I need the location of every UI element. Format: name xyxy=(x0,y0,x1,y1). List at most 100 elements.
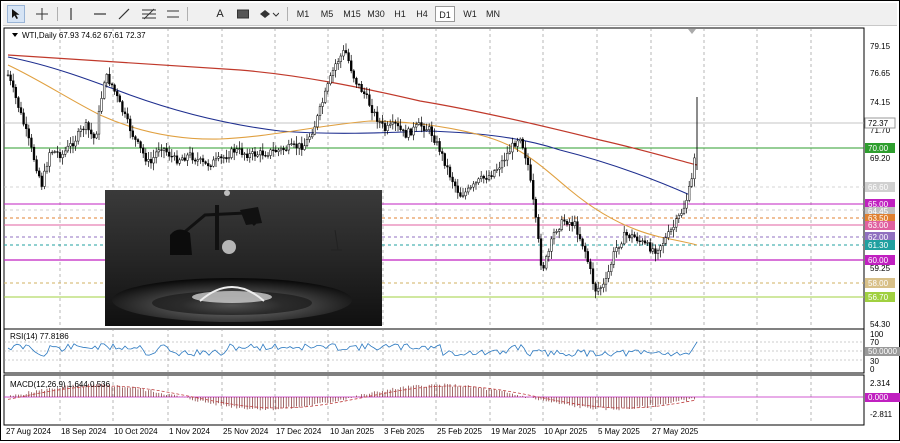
candle-body xyxy=(467,187,470,193)
date-tick: 25 Feb 2025 xyxy=(437,427,482,436)
macd-level-tag: 0.000 xyxy=(868,393,889,402)
candle-body xyxy=(513,142,517,147)
candle-body xyxy=(220,156,223,159)
candle-body xyxy=(586,251,589,263)
parallel-lines-icon[interactable] xyxy=(164,5,182,23)
candle-body xyxy=(532,180,535,200)
date-tick: 27 May 2025 xyxy=(652,427,699,436)
price-tick: 74.15 xyxy=(870,98,891,107)
candle-body xyxy=(308,136,311,140)
candle-body xyxy=(87,122,90,131)
timeframe-d1[interactable]: D1 xyxy=(435,6,455,22)
candle-body xyxy=(521,138,524,149)
candle-body xyxy=(480,175,483,180)
vertical-line-icon[interactable] xyxy=(63,5,79,23)
candle-body xyxy=(508,151,511,154)
candle-body xyxy=(534,198,537,218)
candle-body xyxy=(490,175,493,177)
candle-body xyxy=(659,245,662,251)
candle-body xyxy=(672,226,675,231)
candle-body xyxy=(560,219,563,230)
timeframe-mn[interactable]: MN xyxy=(483,6,503,22)
candle-body xyxy=(399,125,402,131)
candle-body xyxy=(685,200,688,209)
candle-body xyxy=(209,165,212,167)
candle-body xyxy=(142,147,145,154)
rectangle-icon[interactable] xyxy=(234,5,252,23)
trendline-icon[interactable] xyxy=(115,5,133,23)
candle-body xyxy=(415,124,418,128)
date-tick: 10 Apr 2025 xyxy=(544,427,588,436)
candle-body xyxy=(116,91,119,97)
candle-body xyxy=(630,234,634,239)
level-tag: 66.60 xyxy=(868,183,889,192)
candle-body xyxy=(77,131,80,142)
candle-body xyxy=(90,129,93,135)
candle-body xyxy=(342,50,345,57)
date-tick: 19 Mar 2025 xyxy=(491,427,536,436)
timeframe-m30[interactable]: M30 xyxy=(365,6,387,22)
candle-body xyxy=(654,248,657,254)
text-icon[interactable]: A xyxy=(211,5,229,23)
candle-body xyxy=(121,101,124,113)
crosshair-icon[interactable] xyxy=(33,5,51,23)
candle-body xyxy=(435,141,439,143)
date-tick: 18 Sep 2024 xyxy=(61,427,107,436)
candle-body xyxy=(199,158,202,160)
candle-body xyxy=(370,105,374,113)
candle-body xyxy=(14,86,17,98)
cursor-icon[interactable] xyxy=(7,5,25,23)
candle-body xyxy=(454,181,457,187)
candle-body xyxy=(58,152,62,159)
candle-body xyxy=(412,126,415,136)
candle-body xyxy=(84,122,88,130)
shapes-icon[interactable] xyxy=(257,5,281,23)
candle-body xyxy=(422,125,426,131)
candle-body xyxy=(69,143,72,147)
level-tags: 72.37 70.00 66.60 65.00 64.45 63.50 63.0… xyxy=(864,117,896,302)
candle-body xyxy=(667,231,670,238)
candle-body xyxy=(290,143,293,145)
candle-body xyxy=(604,278,608,285)
candle-body xyxy=(253,151,257,157)
candle-body xyxy=(149,159,153,164)
price-chart[interactable]: 79.15 76.65 74.15 71.70 69.20 59.25 54.3… xyxy=(0,25,900,441)
candle-body xyxy=(464,191,467,197)
candle-body xyxy=(53,151,56,153)
timeframe-h1[interactable]: H1 xyxy=(391,6,409,22)
timeframe-m5[interactable]: M5 xyxy=(318,6,336,22)
candle-body xyxy=(259,150,262,156)
candle-body xyxy=(22,112,25,125)
candle-body xyxy=(321,102,324,107)
timeframe-m1[interactable]: M1 xyxy=(294,6,312,22)
candle-body xyxy=(173,155,176,157)
candle-body xyxy=(201,158,205,162)
chart-area[interactable]: 79.15 76.65 74.15 71.70 69.20 59.25 54.3… xyxy=(0,25,900,441)
candle-body xyxy=(578,234,582,240)
candle-body xyxy=(92,133,95,139)
candle-body xyxy=(305,139,309,146)
date-tick: 5 May 2025 xyxy=(598,427,640,436)
candle-body xyxy=(474,182,478,185)
drawing-toolbar: A M1 M5 M15 M30 H1 H4 D1 W1 MN xyxy=(3,3,897,26)
candle-body xyxy=(272,149,275,151)
timeframe-w1[interactable]: W1 xyxy=(460,6,480,22)
fibonacci-icon[interactable] xyxy=(140,5,158,23)
date-tick: 27 Aug 2024 xyxy=(6,427,51,436)
timeframe-h4[interactable]: H4 xyxy=(413,6,431,22)
date-tick: 17 Dec 2024 xyxy=(276,427,322,436)
candle-body xyxy=(264,155,267,157)
candle-body xyxy=(682,207,686,214)
horizontal-line-icon[interactable] xyxy=(91,5,109,23)
candle-body xyxy=(147,159,150,162)
timeframe-m15[interactable]: M15 xyxy=(341,6,363,22)
toolbar-separator xyxy=(287,7,288,21)
candle-body xyxy=(17,97,20,108)
candle-body xyxy=(477,178,480,183)
candle-body xyxy=(326,83,329,92)
candle-body xyxy=(82,128,85,131)
candle-body xyxy=(680,213,683,216)
candle-body xyxy=(51,151,54,154)
candle-body xyxy=(170,155,173,158)
candle-body xyxy=(9,74,12,82)
